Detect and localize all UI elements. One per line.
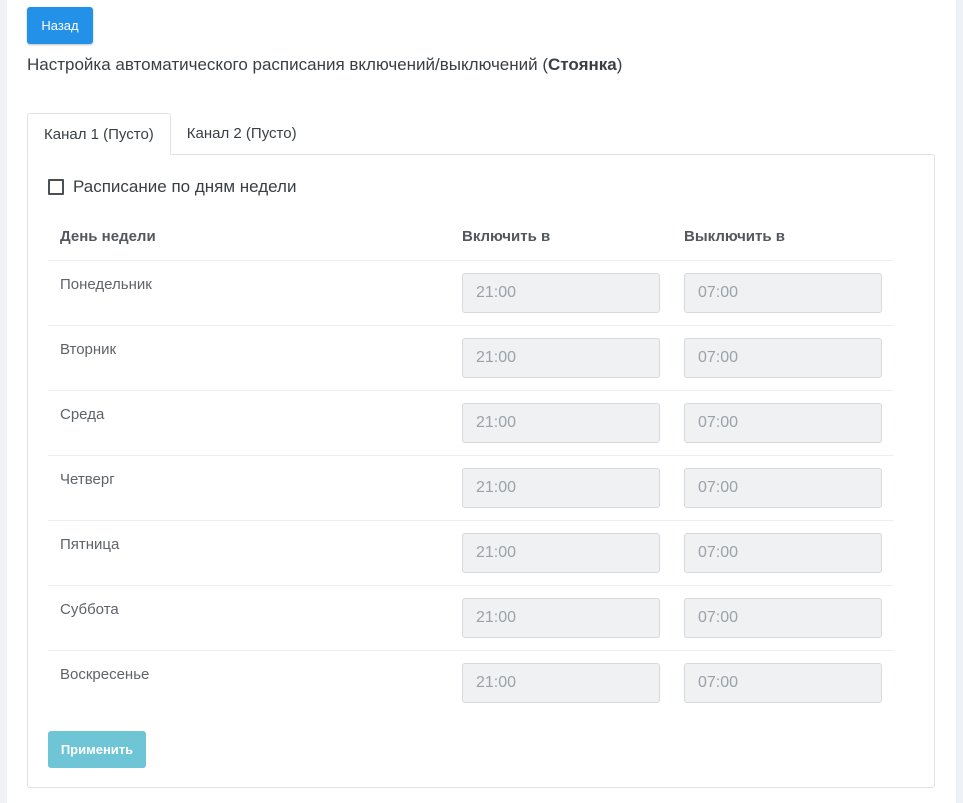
tab-channel-2[interactable]: Канал 2 (Пусто) bbox=[171, 113, 313, 153]
off-time-input[interactable] bbox=[684, 598, 882, 638]
apply-button[interactable]: Применить bbox=[48, 731, 146, 768]
on-time-input[interactable] bbox=[462, 598, 660, 638]
off-time-input[interactable] bbox=[684, 663, 882, 703]
title-prefix: Настройка автоматического расписания вкл… bbox=[27, 55, 549, 74]
day-name: Вторник bbox=[60, 341, 117, 358]
day-name: Пятница bbox=[60, 536, 120, 553]
schedule-panel: Расписание по дням недели День недели Вк… bbox=[27, 154, 935, 788]
back-button[interactable]: Назад bbox=[27, 7, 93, 44]
on-time-input[interactable] bbox=[462, 468, 660, 508]
day-name: Воскресенье bbox=[60, 666, 150, 683]
table-row: Вторник bbox=[48, 326, 894, 391]
column-header-day: День недели bbox=[60, 228, 156, 245]
on-time-input[interactable] bbox=[462, 273, 660, 313]
day-name: Понедельник bbox=[60, 276, 152, 293]
table-row: Воскресенье bbox=[48, 651, 894, 715]
weekly-schedule-label: Расписание по дням недели bbox=[73, 177, 297, 196]
table-row: Среда bbox=[48, 391, 894, 456]
off-time-input[interactable] bbox=[684, 468, 882, 508]
on-time-input[interactable] bbox=[462, 403, 660, 443]
title-object-name: Стоянка bbox=[548, 55, 617, 74]
weekly-schedule-toggle[interactable]: Расписание по дням недели bbox=[48, 177, 296, 197]
day-name: Среда bbox=[60, 406, 105, 423]
weekly-schedule-checkbox[interactable] bbox=[48, 179, 64, 195]
table-row: Суббота bbox=[48, 586, 894, 651]
on-time-input[interactable] bbox=[462, 533, 660, 573]
off-time-input[interactable] bbox=[684, 338, 882, 378]
table-row: Четверг bbox=[48, 456, 894, 521]
tab-channel-1[interactable]: Канал 1 (Пусто) bbox=[27, 113, 171, 155]
channel-tabs: Канал 1 (Пусто) Канал 2 (Пусто) bbox=[27, 113, 313, 155]
column-header-off: Выключить в bbox=[684, 228, 785, 245]
table-row: Понедельник bbox=[48, 261, 894, 326]
off-time-input[interactable] bbox=[684, 273, 882, 313]
on-time-input[interactable] bbox=[462, 663, 660, 703]
off-time-input[interactable] bbox=[684, 533, 882, 573]
day-name: Суббота bbox=[60, 601, 119, 618]
day-name: Четверг bbox=[60, 471, 115, 488]
on-time-input[interactable] bbox=[462, 338, 660, 378]
page: Назад Настройка автоматического расписан… bbox=[7, 0, 956, 803]
schedule-table: День недели Включить в Выключить в Понед… bbox=[48, 212, 894, 715]
page-title: Настройка автоматического расписания вкл… bbox=[27, 55, 622, 75]
column-header-on: Включить в bbox=[462, 228, 551, 245]
table-row: Пятница bbox=[48, 521, 894, 586]
table-header: День недели Включить в Выключить в bbox=[48, 212, 894, 261]
off-time-input[interactable] bbox=[684, 403, 882, 443]
title-suffix: ) bbox=[616, 55, 623, 74]
